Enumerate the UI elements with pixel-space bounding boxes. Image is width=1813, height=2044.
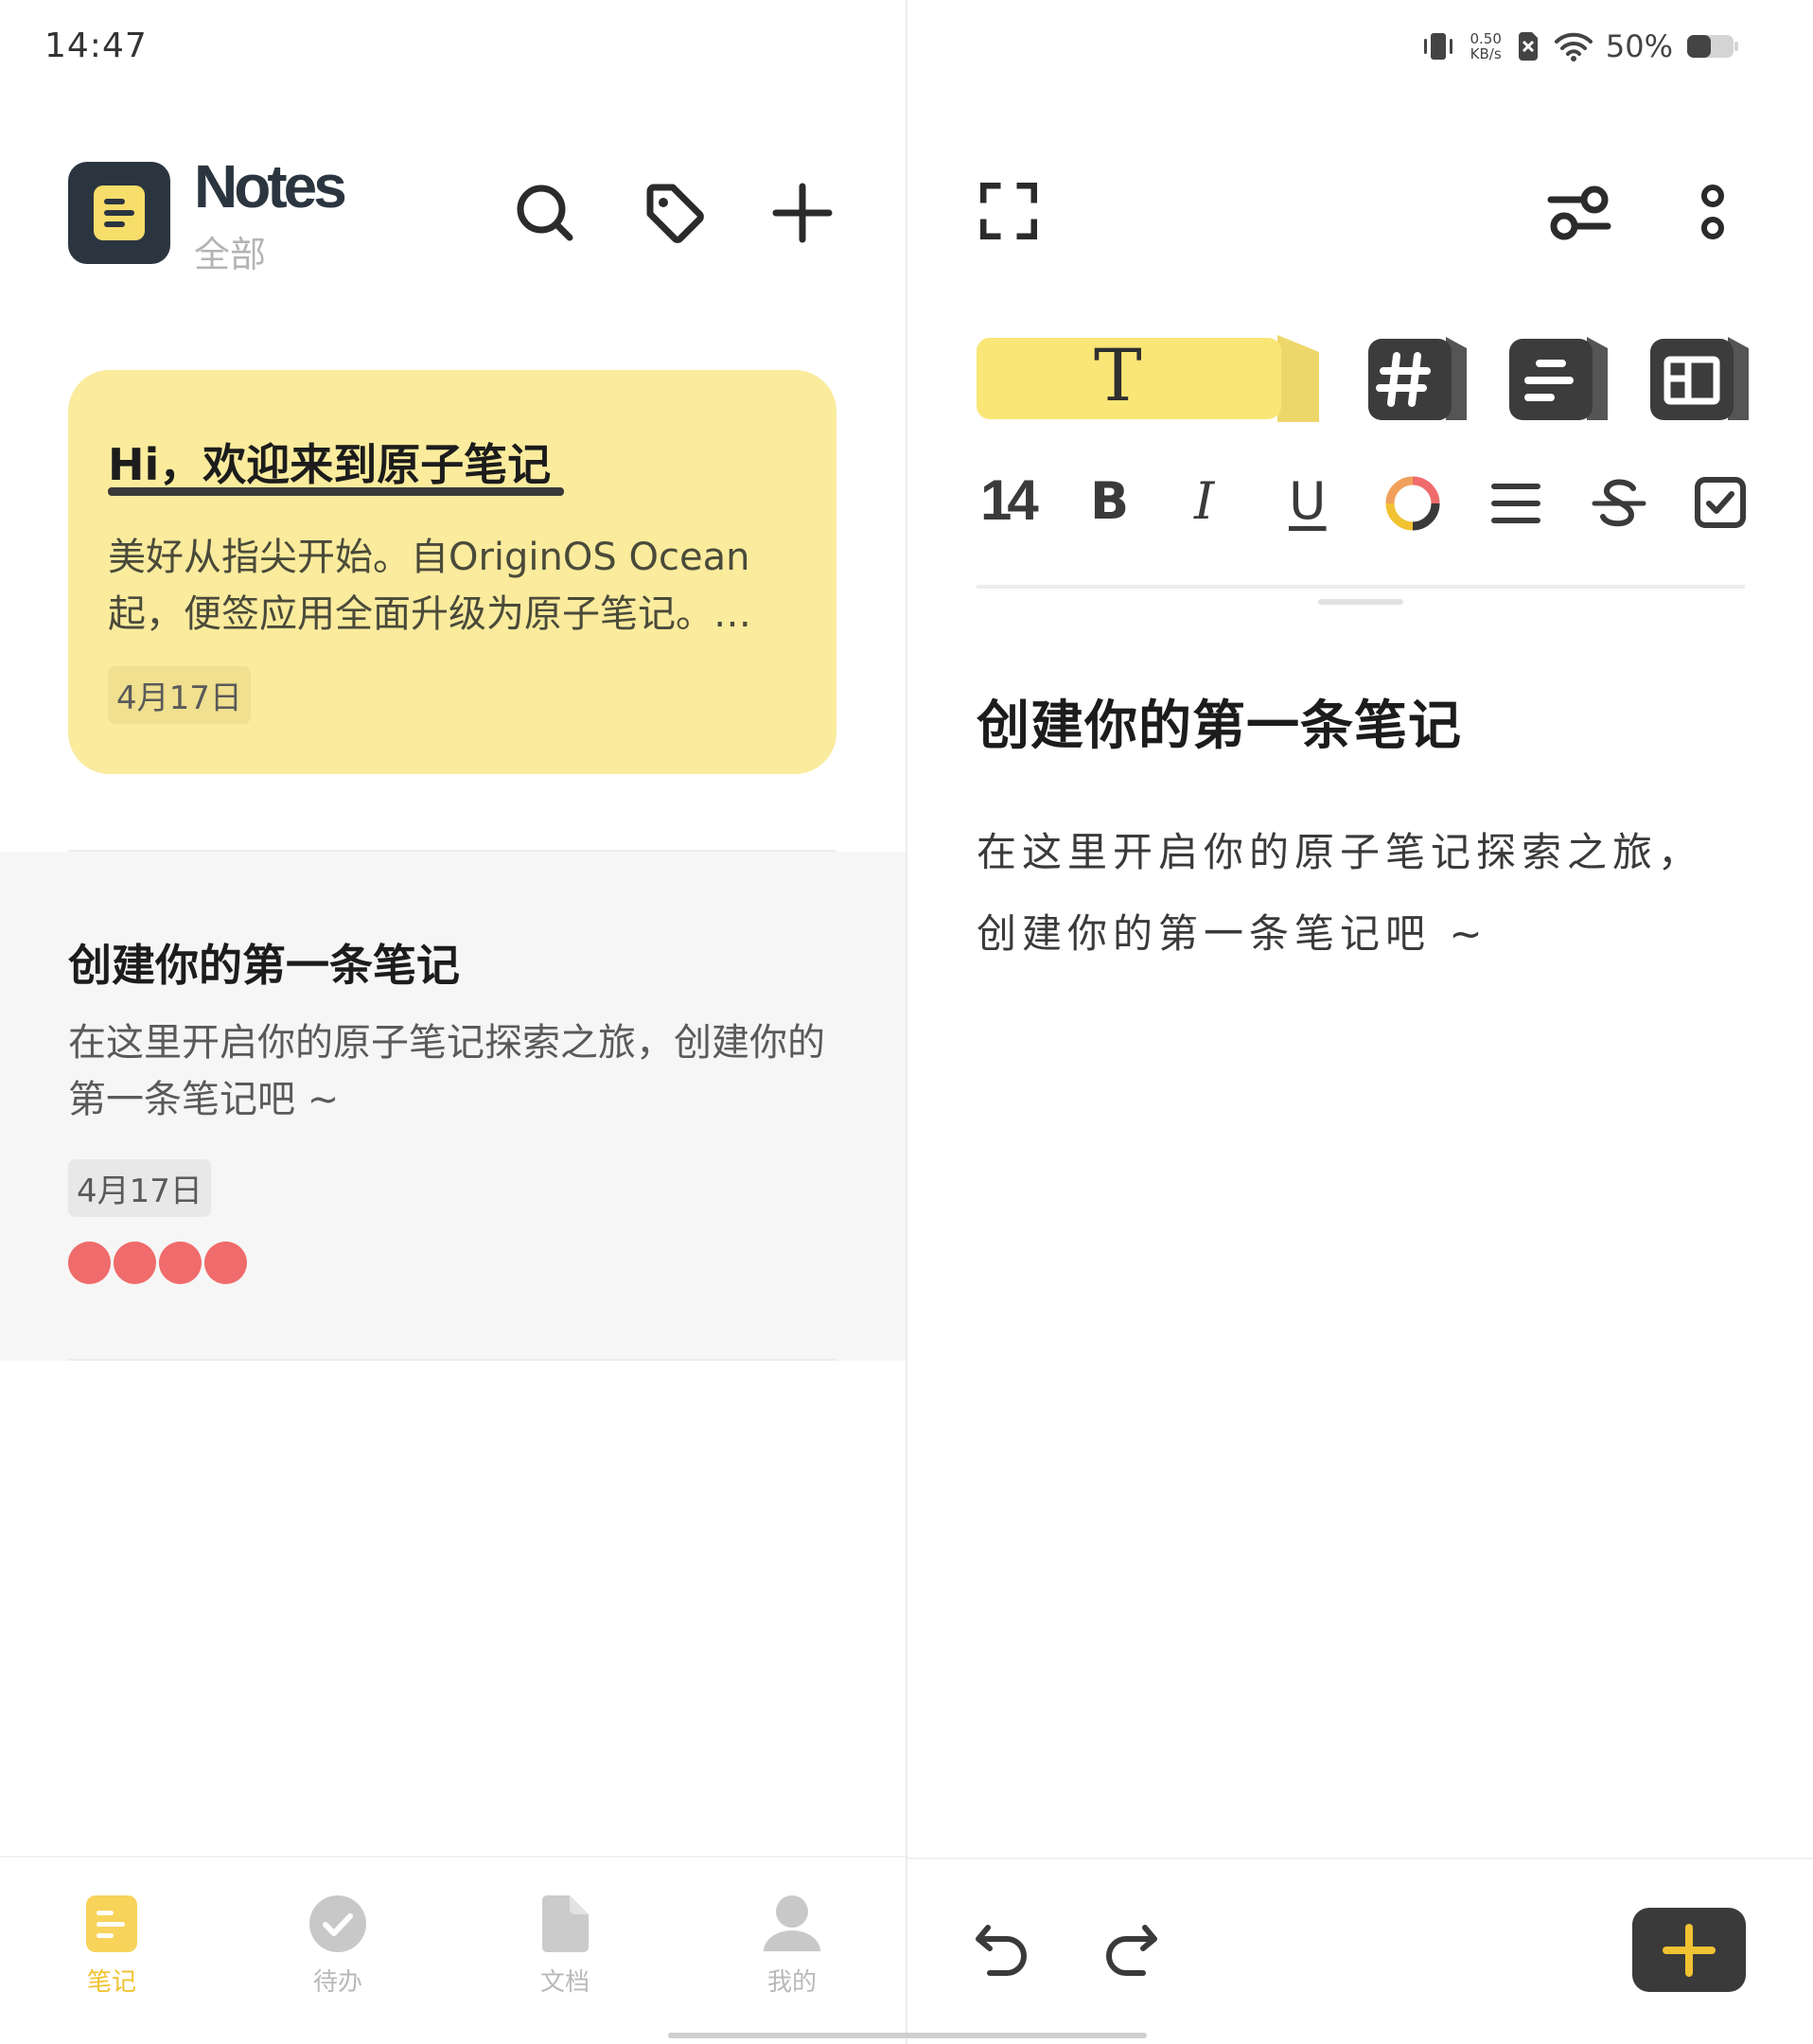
body-line: 创建你的第一条笔记吧 ~: [977, 910, 1488, 957]
note-icon: [86, 1895, 137, 1952]
battery-percent: 50%: [1605, 28, 1673, 64]
color-dot: [68, 1242, 111, 1284]
pane-divider: [906, 0, 907, 2044]
note-title: Hi，欢迎来到原子笔记: [108, 439, 552, 490]
fullscreen-icon[interactable]: [979, 182, 1038, 243]
add-content-button[interactable]: [1632, 1908, 1746, 1992]
note-title: 创建你的第一条笔记: [68, 940, 460, 991]
paragraph-icon[interactable]: [1509, 333, 1611, 423]
sim-blocked-icon: [1518, 32, 1538, 61]
note-card-welcome[interactable]: Hi，欢迎来到原子笔记 美好从指尖开始。自OriginOS Ocean起，便签应…: [68, 370, 836, 774]
status-icons: 0.50 KB/s 50%: [1420, 28, 1739, 64]
more-icon[interactable]: [1699, 183, 1727, 247]
home-indicator[interactable]: [668, 2033, 1147, 2038]
text-style-icon: [977, 335, 1319, 422]
app-title: Notes: [194, 152, 347, 220]
nav-item-todo[interactable]: 待办: [267, 1894, 409, 1998]
nav-item-profile[interactable]: 我的: [721, 1894, 863, 1998]
editor-note-body[interactable]: 在这里开启你的原子笔记探索之旅， 创建你的第一条笔记吧 ~: [977, 812, 1771, 975]
app-logo: [68, 162, 170, 264]
redo-icon[interactable]: [1103, 1924, 1158, 1982]
status-time: 14:47: [44, 26, 148, 65]
color-dot: [159, 1242, 202, 1284]
settings-sliders-icon[interactable]: [1547, 183, 1611, 247]
nav-label: 待办: [312, 1968, 362, 1997]
battery-icon: [1687, 35, 1738, 58]
color-dot: [114, 1242, 156, 1284]
hashtag-icon[interactable]: [1368, 333, 1470, 423]
note-preview: 美好从指尖开始。自OriginOS Ocean起，便签应用全面升级为原子笔记。…: [108, 536, 751, 636]
text-style-glyph: T: [1094, 333, 1142, 417]
note-date: 4月17日: [68, 1159, 211, 1217]
check-circle-icon: [309, 1895, 366, 1952]
add-note-icon[interactable]: [769, 180, 836, 246]
wifi-icon: [1554, 32, 1593, 62]
title-underline: [108, 487, 564, 496]
note-card-first[interactable]: 创建你的第一条笔记 在这里开启你的原子笔记探索之旅，创建你的第一条笔记吧 ~ 4…: [0, 852, 906, 1361]
nav-label: 文档: [539, 1968, 590, 1997]
editor-note-title[interactable]: 创建你的第一条笔记: [977, 683, 1462, 760]
italic-button[interactable]: I: [1194, 471, 1214, 531]
editor-bottom-divider: [907, 1858, 1813, 1859]
nav-label: 我的: [766, 1968, 817, 1997]
network-speed-value: 0.50: [1470, 30, 1502, 47]
network-speed-unit: KB/s: [1470, 45, 1502, 62]
vibrate-icon: [1424, 33, 1453, 60]
document-icon: [542, 1895, 589, 1952]
note-date: 4月17日: [108, 666, 251, 724]
drag-handle[interactable]: [1318, 599, 1403, 605]
checkbox-icon[interactable]: [1694, 476, 1747, 533]
color-tag-dots: [68, 1242, 250, 1284]
align-icon[interactable]: [1491, 481, 1540, 530]
bold-button[interactable]: B: [1090, 471, 1129, 531]
body-line: 在这里开启你的原子笔记探索之旅，: [977, 829, 1704, 875]
tag-icon[interactable]: [641, 180, 707, 246]
font-size-button[interactable]: 14: [980, 467, 1039, 533]
layout-icon[interactable]: [1650, 333, 1752, 423]
search-icon[interactable]: [512, 180, 578, 246]
text-style-button[interactable]: T: [977, 333, 1327, 423]
nav-item-notes[interactable]: 笔记: [41, 1894, 183, 1998]
color-ring-icon[interactable]: [1385, 476, 1440, 535]
underline-button[interactable]: U: [1289, 471, 1327, 531]
note-preview: 在这里开启你的原子笔记探索之旅，创建你的第一条笔记吧 ~: [68, 1021, 825, 1121]
color-dot: [204, 1242, 247, 1284]
strikethrough-icon[interactable]: [1592, 475, 1646, 534]
network-speed: 0.50 KB/s: [1470, 31, 1501, 62]
add-icon: [1663, 1923, 1716, 1977]
list-divider: [68, 1359, 836, 1361]
nav-item-docs[interactable]: 文档: [494, 1894, 636, 1998]
toolbar-divider: [977, 585, 1745, 589]
folder-selector[interactable]: 全部: [194, 225, 266, 277]
profile-icon: [764, 1895, 820, 1951]
style-buttons: T: [977, 333, 1749, 428]
nav-label: 笔记: [86, 1968, 136, 1997]
undo-icon[interactable]: [975, 1924, 1030, 1982]
bottom-nav: 笔记 待办 文档 我的: [0, 1857, 906, 2044]
